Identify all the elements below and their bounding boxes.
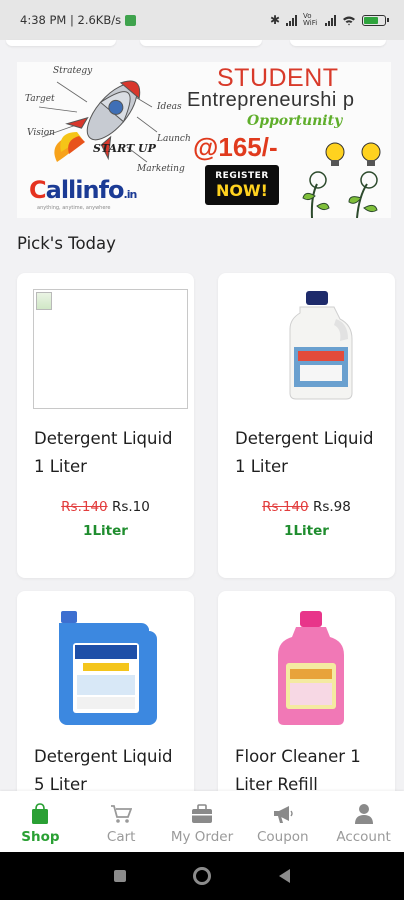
promo-banner[interactable]: Strategy Target Vision Ideas Launch Mark… [17,62,391,218]
shopping-bag-icon [27,801,53,827]
new-price: Rs.98 [312,499,351,515]
doodle-vision: Vision [27,128,55,138]
product-price: Rs.140 Rs.98 [218,499,395,515]
doodle-target: Target [25,94,55,104]
start-up-label: START UP [93,142,156,155]
old-price: Rs.140 [61,499,108,515]
bottom-navigation: Shop Cart My Order Coupon Account [0,791,404,852]
top-partial-row [0,40,404,48]
banner-title-entrepreneurship: Entrepreneurshi p [187,89,355,111]
partial-card-1 [6,40,116,46]
nav-shop[interactable]: Shop [0,791,81,852]
product-card[interactable]: Detergent Liquid 1 Liter Rs.140 Rs.10 1L… [17,273,194,578]
blue-cleanex-can [59,611,157,725]
system-navigation-bar [0,852,404,900]
logo-tagline: anything, anytime, anywhere [37,205,111,211]
nav-label-coupon: Coupon [256,829,309,845]
nav-cart[interactable]: Cart [81,791,162,852]
old-price: Rs.140 [262,499,309,515]
pink-floor-cleaner-bottle [278,611,344,725]
status-time: 4:38 PM | 2.6KB/s [20,13,122,27]
product-name: Detergent Liquid 1 Liter [235,429,374,476]
callinfo-logo: Callinfo.in [29,176,137,204]
product-card[interactable]: Floor Cleaner 1 Liter Refill [218,591,395,821]
wifi-icon [343,16,355,25]
product-card[interactable]: Detergent Liquid 1 Liter Rs.140 Rs.98 1L… [218,273,395,578]
nav-label-account: Account [336,829,391,845]
banner-price: @165/- [193,132,278,162]
doodle-marketing: Marketing [137,164,185,174]
partial-card-3 [290,40,386,46]
new-price: Rs.10 [111,499,150,515]
rocket-illustration: Strategy Target Vision Ideas Launch Mark… [17,62,191,218]
product-unit: 1Liter [83,523,128,539]
recents-square-icon[interactable] [113,870,126,882]
product-unit: 1Liter [284,523,329,539]
status-bar: 4:38 PM | 2.6KB/s ✱ Vo WiFi [0,0,404,40]
home-circle-icon[interactable] [193,867,212,885]
bluetooth-icon: ✱ [269,13,280,27]
status-right: ✱ Vo WiFi [269,12,389,27]
lightbulb-icon [325,142,381,166]
product-card[interactable]: Detergent Liquid 5 Liter [17,591,194,821]
white-detergent-bottle [289,291,353,400]
banner-text-area: STUDENT Entrepreneurshi p Opportunity @1… [185,62,391,218]
nav-my-order[interactable]: My Order [162,791,243,852]
section-title: Pick's Today [17,234,116,253]
partial-card-2 [140,40,262,46]
nav-label-my-order: My Order [170,829,234,845]
person-icon [351,801,377,827]
battery-icon [362,14,389,26]
cart-icon [108,801,134,827]
back-triangle-icon[interactable] [279,869,291,883]
status-left: 4:38 PM | 2.6KB/s [20,13,137,27]
nav-label-shop: Shop [21,829,60,845]
nav-label-cart: Cart [106,829,136,845]
register-now-button[interactable]: REGISTER NOW! [205,165,279,205]
banner-title-opportunity: Opportunity [247,113,343,129]
product-name: Detergent Liquid 1 Liter [34,429,173,476]
signal-1-icon [286,14,297,26]
doodle-ideas: Ideas [157,102,182,112]
nav-account[interactable]: Account [323,791,404,852]
broken-image-icon [33,289,188,409]
rocket-icon [38,80,158,163]
megaphone-icon [270,801,296,827]
briefcase-icon [189,801,215,827]
vowifi-label: Vo WiFi [303,12,318,27]
signal-2-icon [325,14,336,26]
doodle-strategy: Strategy [53,66,93,76]
product-price: Rs.140 Rs.10 [17,499,194,515]
notification-icon [125,14,137,26]
nav-coupon[interactable]: Coupon [242,791,323,852]
